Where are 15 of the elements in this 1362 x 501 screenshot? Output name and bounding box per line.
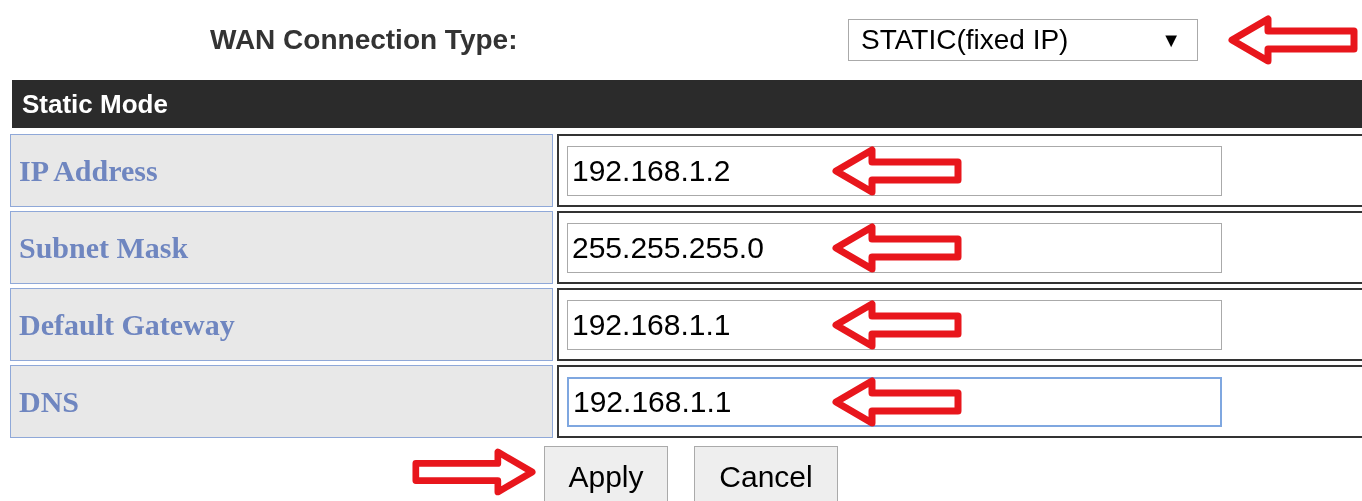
arrow-icon	[832, 145, 962, 196]
arrow-icon	[832, 222, 962, 273]
arrow-icon	[1228, 15, 1358, 65]
arrow-icon	[412, 448, 536, 496]
field-label: DNS	[10, 365, 553, 438]
arrow-icon	[832, 299, 962, 350]
wan-connection-label: WAN Connection Type:	[210, 23, 519, 57]
connection-type-select[interactable]: STATIC(fixed IP) ▼	[848, 19, 1198, 61]
field-label: Subnet Mask	[10, 211, 553, 284]
arrow-icon	[832, 376, 962, 427]
section-header: Static Mode	[12, 80, 1362, 128]
field-label: IP Address	[10, 134, 553, 207]
field-label: Default Gateway	[10, 288, 553, 361]
cancel-button[interactable]: Cancel	[694, 446, 838, 501]
apply-button[interactable]: Apply	[544, 446, 668, 501]
